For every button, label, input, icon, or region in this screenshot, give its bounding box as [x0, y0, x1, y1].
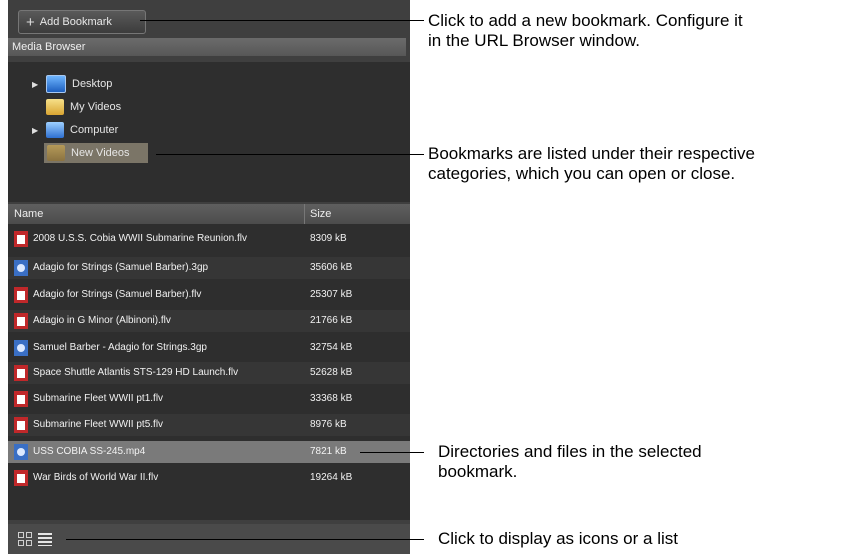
callout-view-mode: Click to display as icons or a list	[438, 529, 678, 549]
file-size: 25307 kB	[310, 289, 353, 300]
flv-file-icon	[14, 470, 28, 486]
tree-item-label: Computer	[70, 124, 119, 136]
flv-file-icon	[14, 287, 28, 303]
file-row[interactable]: Adagio for Strings (Samuel Barber).flv 2…	[8, 284, 410, 306]
file-size: 19264 kB	[310, 472, 353, 483]
file-list: Name Size 2008 U.S.S. Cobia WWII Submari…	[8, 204, 410, 520]
file-row[interactable]: Space Shuttle Atlantis STS-129 HD Launch…	[8, 362, 410, 384]
file-row[interactable]: Samuel Barber - Adagio for Strings.3gp 3…	[8, 337, 410, 359]
callout-text: bookmark.	[438, 462, 518, 481]
list-view-icon[interactable]	[38, 532, 52, 546]
tree-item-desktop[interactable]: ▶ Desktop	[32, 74, 112, 94]
file-size: 32754 kB	[310, 342, 353, 353]
file-name: Submarine Fleet WWII pt5.flv	[33, 419, 164, 430]
file-size: 52628 kB	[310, 367, 353, 378]
tree-item-computer[interactable]: ▶ Computer	[32, 120, 118, 140]
file-size: 7821 kB	[310, 446, 347, 457]
file-name: Adagio for Strings (Samuel Barber).3gp	[33, 262, 209, 273]
callout-line	[140, 20, 424, 21]
plus-icon: +	[26, 13, 35, 31]
file-name: Adagio for Strings (Samuel Barber).flv	[33, 289, 202, 300]
file-name: War Birds of World War II.flv	[33, 472, 159, 483]
flv-file-icon	[14, 365, 28, 381]
callout-text: Bookmarks are listed under their respect…	[428, 144, 755, 163]
tree-item-my-videos[interactable]: My Videos	[46, 97, 121, 117]
callout-line	[66, 539, 424, 540]
file-list-header: Name Size	[8, 204, 410, 224]
file-row[interactable]: Adagio in G Minor (Albinoni).flv 21766 k…	[8, 310, 410, 332]
tree-item-label: My Videos	[70, 101, 122, 113]
file-row[interactable]: Submarine Fleet WWII pt5.flv 8976 kB	[8, 414, 410, 436]
3gp-file-icon	[14, 340, 28, 356]
add-bookmark-button[interactable]: + Add Bookmark	[18, 10, 146, 34]
column-header-name[interactable]: Name	[14, 208, 43, 220]
desktop-icon	[46, 75, 66, 93]
file-row[interactable]: 2008 U.S.S. Cobia WWII Submarine Reunion…	[8, 228, 410, 250]
mp4-file-icon	[14, 444, 28, 460]
flv-file-icon	[14, 231, 28, 247]
column-header-size[interactable]: Size	[310, 208, 331, 220]
file-name: Space Shuttle Atlantis STS-129 HD Launch…	[33, 367, 239, 378]
file-row-selected[interactable]: USS COBIA SS-245.mp4 7821 kB	[8, 441, 410, 463]
callout-bookmarks: Bookmarks are listed under their respect…	[428, 144, 755, 184]
flv-file-icon	[14, 391, 28, 407]
media-browser-panel: + Add Bookmark Media Browser ▶ Desktop M…	[8, 0, 410, 554]
computer-icon	[46, 122, 64, 138]
folder-icon	[47, 145, 65, 161]
file-size: 33368 kB	[310, 393, 353, 404]
tree-item-label: Desktop	[72, 78, 113, 90]
callout-text: categories, which you can open or close.	[428, 164, 736, 183]
file-name: USS COBIA SS-245.mp4	[33, 446, 146, 457]
flv-file-icon	[14, 313, 28, 329]
file-name: Adagio in G Minor (Albinoni).flv	[33, 315, 171, 326]
file-row[interactable]: Submarine Fleet WWII pt1.flv 33368 kB	[8, 388, 410, 410]
file-row[interactable]: War Birds of World War II.flv 19264 kB	[8, 467, 410, 489]
file-name: Samuel Barber - Adagio for Strings.3gp	[33, 342, 207, 353]
file-size: 21766 kB	[310, 315, 353, 326]
file-size: 8309 kB	[310, 233, 347, 244]
callout-add-bookmark: Click to add a new bookmark. Configure i…	[428, 11, 743, 51]
callout-line	[360, 452, 424, 453]
file-size: 8976 kB	[310, 419, 347, 430]
callout-text: in the URL Browser window.	[428, 31, 640, 50]
3gp-file-icon	[14, 260, 28, 276]
file-name: Submarine Fleet WWII pt1.flv	[33, 393, 164, 404]
file-name: 2008 U.S.S. Cobia WWII Submarine Reunion…	[33, 233, 247, 244]
add-bookmark-label: Add Bookmark	[39, 16, 112, 28]
callout-line	[156, 154, 424, 155]
file-row[interactable]: Adagio for Strings (Samuel Barber).3gp 3…	[8, 257, 410, 279]
callout-directories: Directories and files in the selected bo…	[438, 442, 702, 482]
media-browser-header: Media Browser	[8, 38, 406, 56]
tree-item-label: New Videos	[71, 147, 130, 159]
expand-arrow-icon[interactable]: ▶	[32, 126, 46, 135]
file-size: 35606 kB	[310, 262, 353, 273]
callout-text: Click to display as icons or a list	[438, 529, 678, 548]
bookmark-tree: ▶ Desktop My Videos ▶ Computer New Video…	[8, 62, 410, 202]
folder-video-icon	[46, 99, 64, 115]
expand-arrow-icon[interactable]: ▶	[32, 80, 46, 89]
callout-text: Directories and files in the selected	[438, 442, 702, 461]
callout-text: Click to add a new bookmark. Configure i…	[428, 11, 743, 30]
flv-file-icon	[14, 417, 28, 433]
grid-view-icon[interactable]	[18, 532, 32, 546]
column-divider[interactable]	[304, 204, 305, 224]
tree-item-new-videos[interactable]: New Videos	[44, 143, 148, 163]
